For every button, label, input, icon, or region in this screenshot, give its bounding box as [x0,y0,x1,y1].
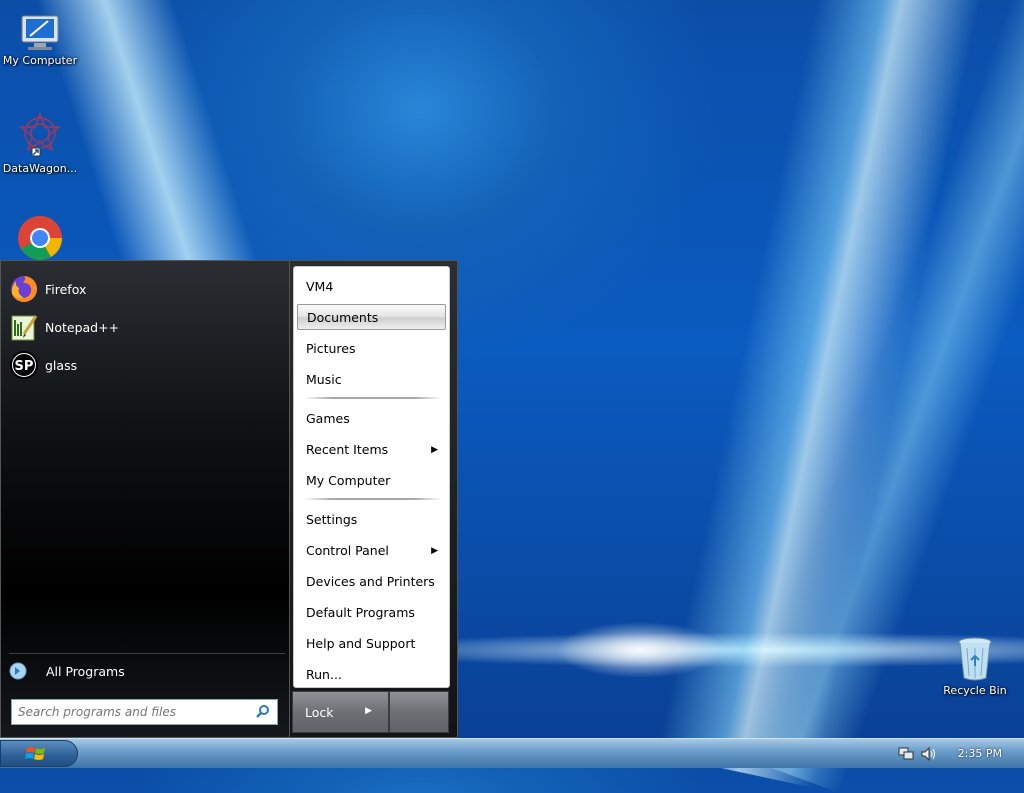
pinned-item-firefox[interactable]: Firefox [9,272,86,306]
arrow-orb-icon [9,662,27,680]
recycle-bin-icon [958,637,992,681]
place-my-computer[interactable]: My Computer [297,468,446,494]
search-icon[interactable] [255,704,271,720]
place-control-panel[interactable]: Control Panel ▶ [297,538,446,564]
taskbar: 2:35 PM [0,738,1024,768]
programs-pane: Firefox Notepad++ SP glass All Programs … [0,260,292,738]
place-pictures[interactable]: Pictures [297,336,446,362]
windows-logo-icon [25,747,45,760]
clock[interactable]: 2:35 PM [958,747,1002,760]
place-devices-printers[interactable]: Devices and Printers [297,569,446,595]
chrome-icon [18,216,62,260]
submenu-arrow-icon: ▶ [431,546,438,556]
separator [304,498,442,500]
svg-text:SP: SP [15,359,34,374]
place-settings[interactable]: Settings [297,507,446,533]
desktop-icon-my-computer[interactable]: My Computer [0,14,80,67]
lock-button[interactable]: Lock ▶ [292,691,389,733]
search-input[interactable] [12,701,255,723]
desktop-icon-recycle-bin[interactable]: Recycle Bin [935,636,1015,697]
place-music[interactable]: Music [297,367,446,393]
place-help-support[interactable]: Help and Support [297,631,446,657]
place-recent-items[interactable]: Recent Items ▶ [297,437,446,463]
volume-icon[interactable] [921,747,937,761]
place-documents[interactable]: Documents [297,304,446,330]
separator [9,653,285,654]
place-run[interactable]: Run... [297,662,446,688]
start-button[interactable] [0,740,78,767]
firefox-icon [11,276,37,302]
places-pane: VM4 Documents Pictures Music Games Recen… [293,266,450,688]
power-options-button[interactable] [389,691,449,733]
pinned-item-glass[interactable]: SP glass [9,348,77,382]
search-box[interactable] [11,699,278,725]
desktop-icon-datawagon[interactable]: DataWagon... [0,112,80,175]
datawagon-icon [19,112,61,157]
submenu-arrow-icon: ▶ [431,445,438,455]
chevron-right-icon: ▶ [365,706,372,716]
all-programs-button[interactable]: All Programs [9,659,125,683]
computer-icon [21,15,59,50]
notepad-plus-plus-icon [11,315,38,341]
desktop-icon-chrome[interactable] [0,214,80,264]
sp-icon: SP [10,351,38,379]
place-games[interactable]: Games [297,406,446,432]
network-icon[interactable] [898,747,914,761]
place-user[interactable]: VM4 [297,274,446,300]
separator [304,397,442,399]
pinned-item-notepad-plus-plus[interactable]: Notepad++ [9,310,119,344]
place-default-programs[interactable]: Default Programs [297,600,446,626]
